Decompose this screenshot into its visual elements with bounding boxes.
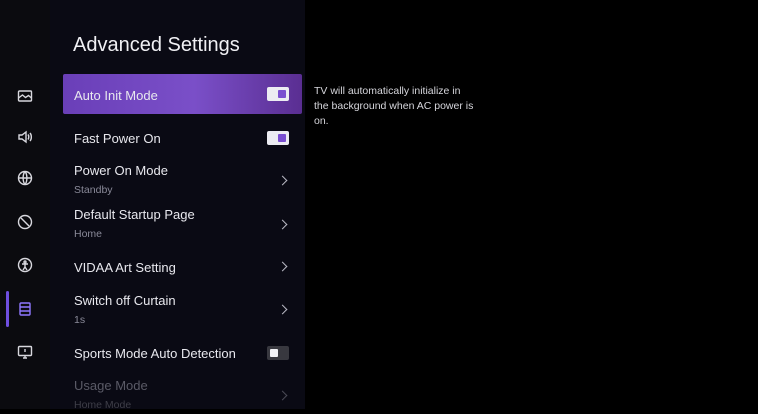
menu-item-usage-mode: Usage Mode Home Mode (63, 374, 302, 414)
item-label: Default Startup Page (74, 207, 195, 222)
network-icon[interactable] (16, 169, 34, 187)
menu-item-sports-mode-auto-detection[interactable]: Sports Mode Auto Detection (63, 332, 302, 372)
chevron-right-icon (277, 261, 288, 272)
toggle-switch[interactable] (267, 87, 289, 101)
accessibility-icon[interactable] (16, 213, 34, 231)
chevron-right-icon (277, 219, 288, 230)
setting-description: TV will automatically initialize in the … (314, 85, 474, 127)
item-label: Usage Mode (74, 378, 148, 393)
toggle-switch[interactable] (267, 131, 289, 145)
item-value: Home Mode (74, 399, 132, 411)
menu-item-switch-off-curtain[interactable]: Switch off Curtain 1s (63, 289, 302, 329)
item-label: Power On Mode (74, 163, 168, 178)
toggle-switch[interactable] (267, 346, 289, 360)
menu-item-power-on-mode[interactable]: Power On Mode Standby (63, 159, 302, 199)
menu-item-fast-power-on[interactable]: Fast Power On (63, 117, 302, 157)
menu-item-auto-init-mode[interactable]: Auto Init Mode (63, 74, 302, 114)
item-label: Sports Mode Auto Detection (74, 346, 236, 361)
system-icon[interactable] (16, 300, 34, 318)
sound-icon[interactable] (16, 128, 34, 146)
item-value: 1s (74, 314, 86, 326)
settings-category-rail (0, 0, 50, 409)
active-category-indicator (6, 291, 9, 327)
item-value: Standby (74, 184, 113, 196)
page-title: Advanced Settings (73, 34, 240, 56)
item-label: Auto Init Mode (74, 88, 158, 103)
chevron-right-icon (277, 175, 288, 186)
menu-item-default-startup-page[interactable]: Default Startup Page Home (63, 203, 302, 243)
chevron-right-icon (277, 390, 288, 401)
advanced-settings-panel: Advanced Settings Auto Init Mode Fast Po… (50, 0, 305, 411)
item-label: VIDAA Art Setting (74, 260, 176, 275)
device-icon[interactable] (16, 343, 34, 361)
chevron-right-icon (277, 304, 288, 315)
menu-item-vidaa-art-setting[interactable]: VIDAA Art Setting (63, 246, 302, 286)
item-label: Fast Power On (74, 131, 161, 146)
picture-icon[interactable] (16, 87, 34, 105)
item-label: Switch off Curtain (74, 293, 176, 308)
item-value: Home (74, 228, 103, 240)
support-icon[interactable] (16, 256, 34, 274)
